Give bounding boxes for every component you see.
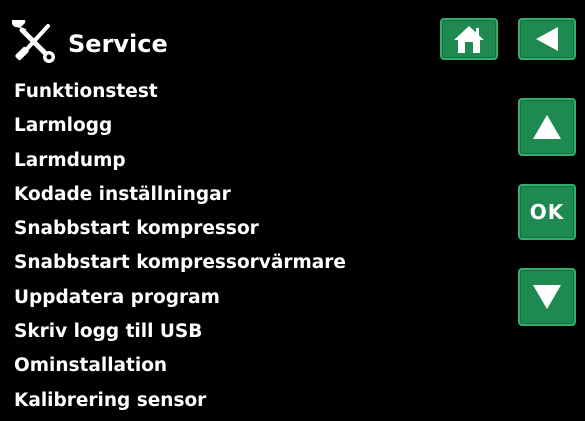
menu-item-kalibrering-sensor[interactable]: Kalibrering sensor <box>14 387 494 421</box>
menu-item-ominstallation[interactable]: Ominstallation <box>14 352 494 386</box>
scroll-down-button[interactable] <box>518 268 576 326</box>
back-button[interactable] <box>518 18 576 60</box>
scroll-up-button[interactable] <box>518 98 576 156</box>
home-icon <box>454 26 484 53</box>
ok-button-label: OK <box>529 200 565 224</box>
service-screen: Service OK Funktionstest Larmlogg Larmdu… <box>0 0 585 412</box>
page-title: Service <box>68 30 168 58</box>
menu-item-larmlogg[interactable]: Larmlogg <box>14 112 494 146</box>
ok-button[interactable]: OK <box>518 184 576 240</box>
menu-item-snabbstart-kompressorvarmare[interactable]: Snabbstart kompressorvärmare <box>14 249 494 283</box>
menu-item-larmdump[interactable]: Larmdump <box>14 147 494 181</box>
menu-item-funktionstest[interactable]: Funktionstest <box>14 78 494 112</box>
service-menu: Funktionstest Larmlogg Larmdump Kodade i… <box>14 78 494 421</box>
wrench-screwdriver-icon <box>11 13 60 68</box>
up-arrow-icon <box>533 115 561 139</box>
menu-item-uppdatera-program[interactable]: Uppdatera program <box>14 284 494 318</box>
down-arrow-icon <box>533 285 561 309</box>
menu-item-skriv-logg-till-usb[interactable]: Skriv logg till USB <box>14 318 494 352</box>
menu-item-snabbstart-kompressor[interactable]: Snabbstart kompressor <box>14 215 494 249</box>
back-arrow-icon <box>536 27 558 51</box>
menu-item-kodade-installningar[interactable]: Kodade inställningar <box>14 181 494 215</box>
home-button[interactable] <box>440 18 498 60</box>
